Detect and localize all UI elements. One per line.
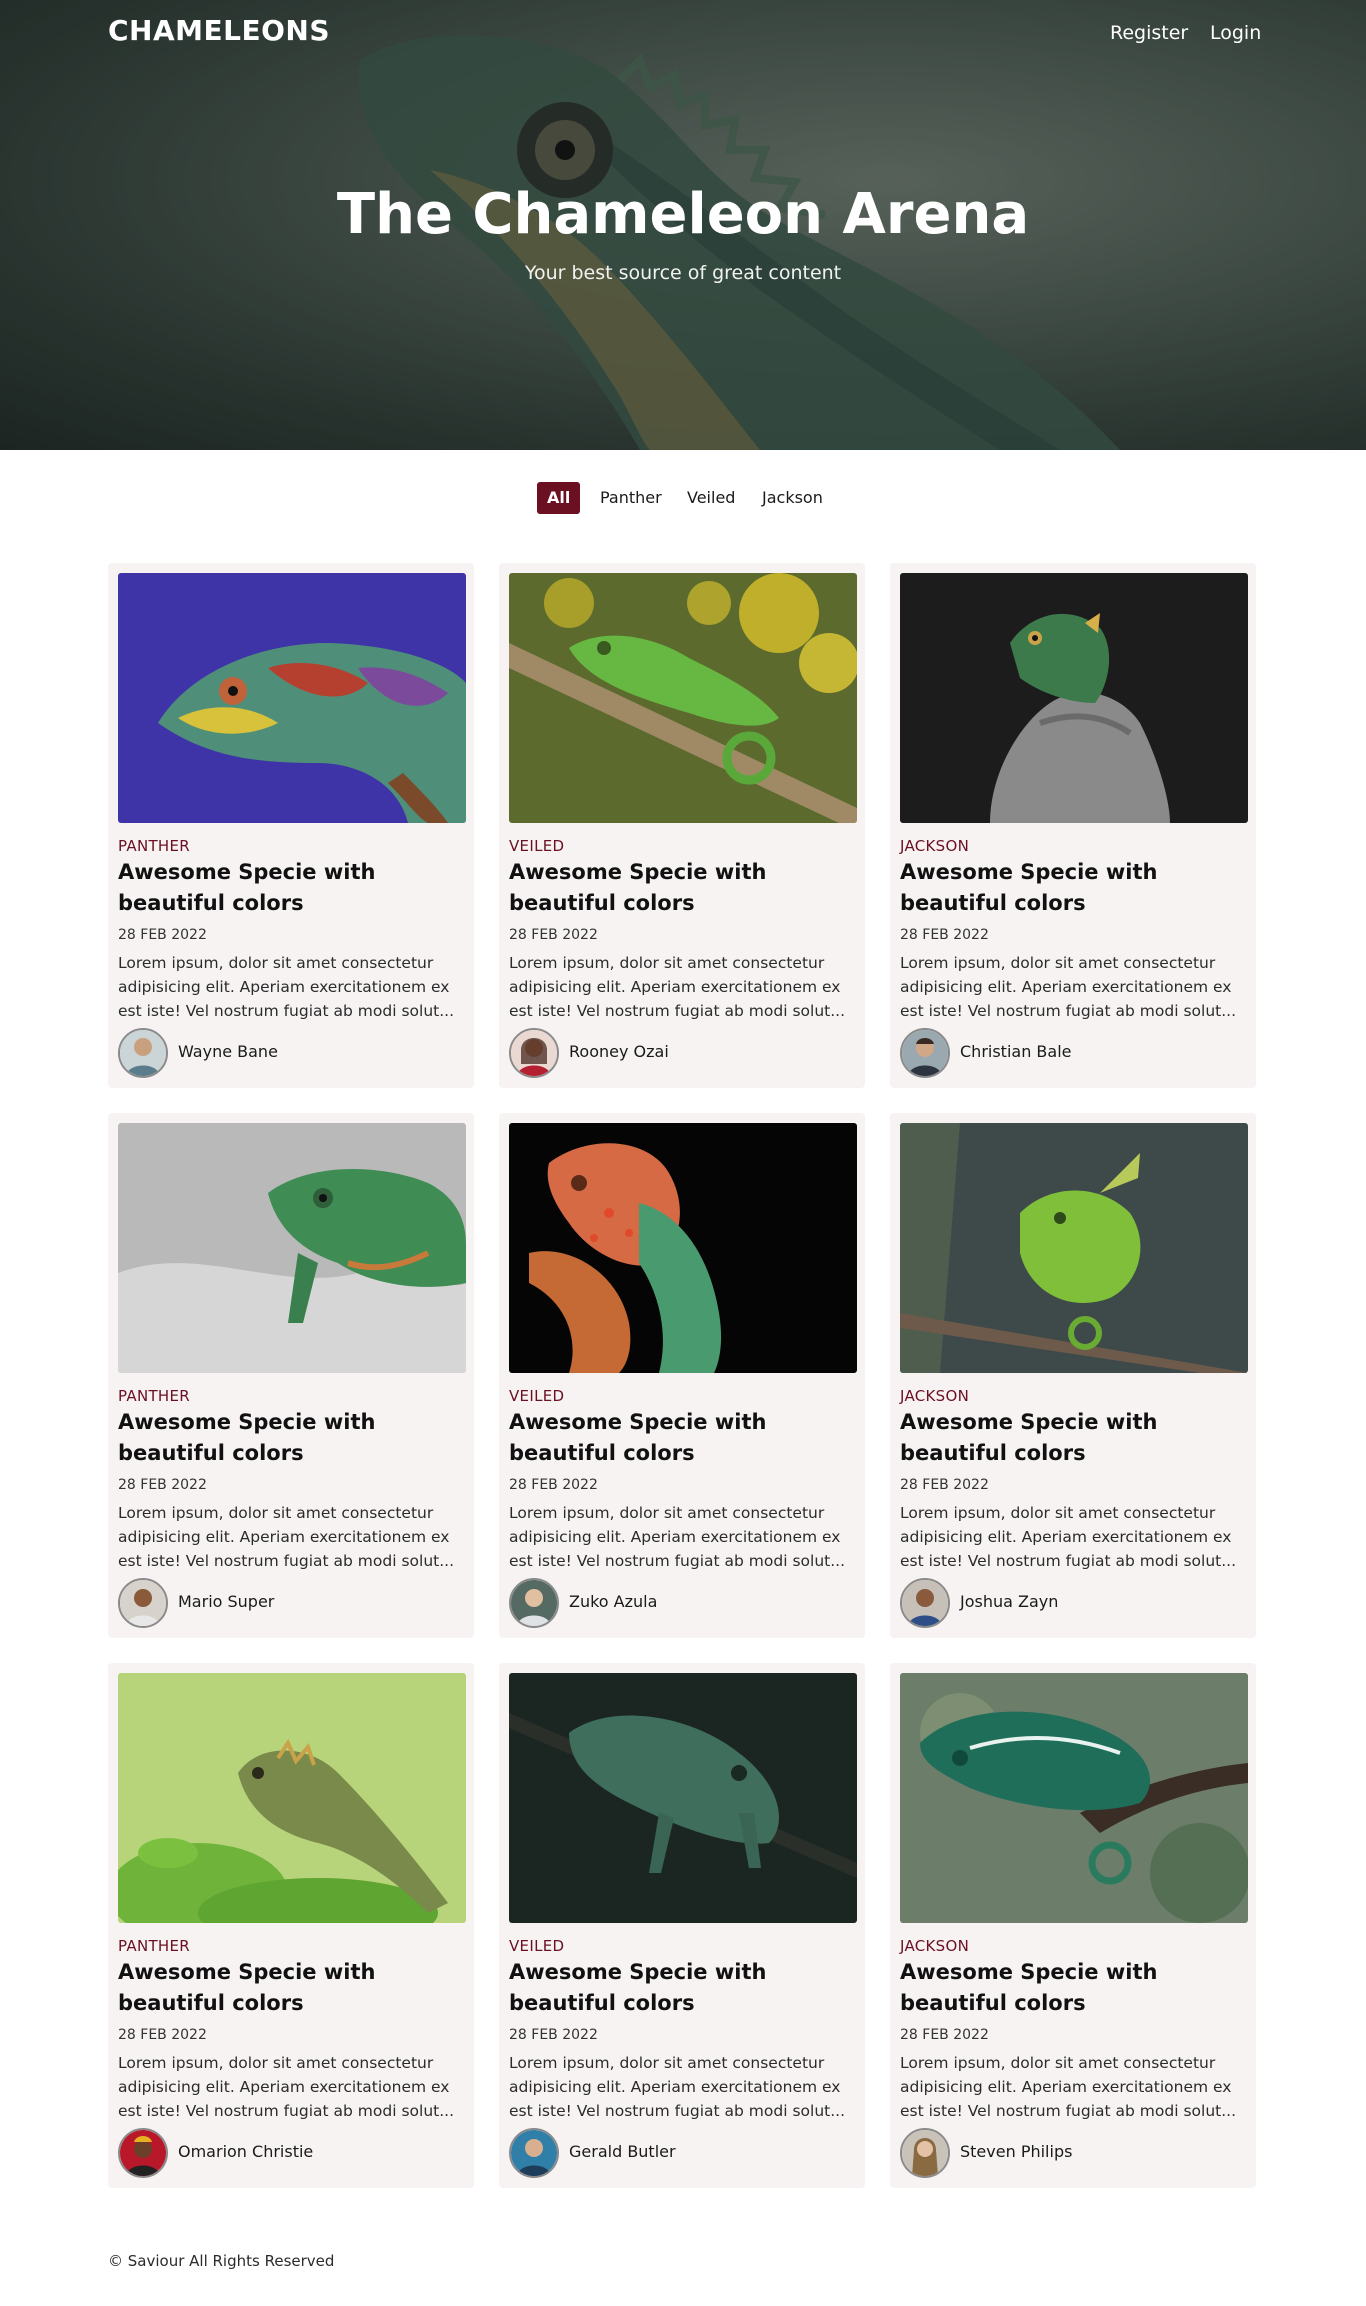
- author-name[interactable]: Omarion Christie: [178, 2142, 313, 2161]
- post-category[interactable]: VEILED: [509, 1937, 564, 1955]
- panther-chameleon-image: [118, 1123, 466, 1373]
- author-name[interactable]: Zuko Azula: [569, 1592, 657, 1611]
- post-card[interactable]: PANTHER Awesome Specie with beautiful co…: [108, 1113, 474, 1638]
- post-date: 28 FEB 2022: [509, 2027, 598, 2043]
- post-thumbnail[interactable]: [509, 1673, 857, 1923]
- post-card[interactable]: JACKSON Awesome Specie with beautiful co…: [890, 1113, 1256, 1638]
- post-category[interactable]: PANTHER: [118, 837, 190, 855]
- avatar: [509, 2128, 559, 2178]
- post-category[interactable]: JACKSON: [900, 1937, 969, 1955]
- veiled-chameleon-image: [509, 1673, 857, 1923]
- jackson-chameleon-image: [900, 1673, 1248, 1923]
- avatar: [900, 1028, 950, 1078]
- post-card[interactable]: VEILED Awesome Specie with beautiful col…: [499, 1663, 865, 2188]
- author-name[interactable]: Joshua Zayn: [960, 1592, 1058, 1611]
- post-title[interactable]: Awesome Specie with beautiful colors: [900, 1407, 1250, 1469]
- post-thumbnail[interactable]: [900, 1123, 1248, 1373]
- post-thumbnail[interactable]: [900, 1673, 1248, 1923]
- post-excerpt: Lorem ipsum, dolor sit amet consectetur …: [900, 2054, 1236, 2120]
- post-thumbnail[interactable]: [118, 573, 466, 823]
- veiled-chameleon-image: [509, 1123, 857, 1373]
- avatar: [900, 1578, 950, 1628]
- filter-jackson[interactable]: Jackson: [752, 482, 833, 514]
- post-date: 28 FEB 2022: [118, 2027, 207, 2043]
- post-card[interactable]: VEILED Awesome Specie with beautiful col…: [499, 563, 865, 1088]
- hero-banner: CHAMELEONS Register Login The Chameleon …: [0, 0, 1366, 450]
- post-card[interactable]: PANTHER Awesome Specie with beautiful co…: [108, 563, 474, 1088]
- brand-logo[interactable]: CHAMELEONS: [108, 14, 330, 47]
- author-name[interactable]: Mario Super: [178, 1592, 274, 1611]
- post-date: 28 FEB 2022: [118, 1477, 207, 1493]
- post-excerpt: Lorem ipsum, dolor sit amet consectetur …: [509, 2054, 845, 2120]
- login-link[interactable]: Login: [1210, 22, 1261, 44]
- post-excerpt: Lorem ipsum, dolor sit amet consectetur …: [118, 2054, 454, 2120]
- post-thumbnail[interactable]: [900, 573, 1248, 823]
- avatar: [900, 2128, 950, 2178]
- avatar: [509, 1028, 559, 1078]
- author-name[interactable]: Steven Philips: [960, 2142, 1072, 2161]
- panther-chameleon-image: [118, 1673, 466, 1923]
- post-date: 28 FEB 2022: [900, 2027, 989, 2043]
- post-thumbnail[interactable]: [509, 573, 857, 823]
- footer-copyright: © Saviour All Rights Reserved: [108, 2252, 335, 2270]
- avatar: [118, 1028, 168, 1078]
- post-date: 28 FEB 2022: [118, 927, 207, 943]
- post-category[interactable]: VEILED: [509, 837, 564, 855]
- author-name[interactable]: Wayne Bane: [178, 1042, 278, 1061]
- avatar: [118, 1578, 168, 1628]
- post-excerpt: Lorem ipsum, dolor sit amet consectetur …: [118, 1504, 454, 1570]
- post-title[interactable]: Awesome Specie with beautiful colors: [900, 857, 1250, 919]
- avatar: [509, 1578, 559, 1628]
- post-category[interactable]: VEILED: [509, 1387, 564, 1405]
- post-excerpt: Lorem ipsum, dolor sit amet consectetur …: [900, 1504, 1236, 1570]
- post-category[interactable]: JACKSON: [900, 837, 969, 855]
- post-title[interactable]: Awesome Specie with beautiful colors: [118, 857, 468, 919]
- filter-veiled[interactable]: Veiled: [677, 482, 745, 514]
- category-filter-bar: All Panther Veiled Jackson: [0, 482, 1366, 516]
- post-excerpt: Lorem ipsum, dolor sit amet consectetur …: [509, 954, 845, 1020]
- post-card[interactable]: JACKSON Awesome Specie with beautiful co…: [890, 563, 1256, 1088]
- filter-panther[interactable]: Panther: [590, 482, 672, 514]
- post-excerpt: Lorem ipsum, dolor sit amet consectetur …: [900, 954, 1236, 1020]
- post-title[interactable]: Awesome Specie with beautiful colors: [900, 1957, 1250, 2019]
- author-name[interactable]: Christian Bale: [960, 1042, 1072, 1061]
- author-name[interactable]: Gerald Butler: [569, 2142, 676, 2161]
- post-date: 28 FEB 2022: [900, 927, 989, 943]
- post-date: 28 FEB 2022: [509, 927, 598, 943]
- hero-subtitle: Your best source of great content: [524, 262, 842, 284]
- jackson-chameleon-image: [900, 573, 1248, 823]
- post-thumbnail[interactable]: [118, 1673, 466, 1923]
- post-title[interactable]: Awesome Specie with beautiful colors: [509, 1407, 859, 1469]
- post-title[interactable]: Awesome Specie with beautiful colors: [509, 857, 859, 919]
- avatar: [118, 2128, 168, 2178]
- post-title[interactable]: Awesome Specie with beautiful colors: [509, 1957, 859, 2019]
- filter-all[interactable]: All: [537, 482, 581, 514]
- post-date: 28 FEB 2022: [900, 1477, 989, 1493]
- veiled-chameleon-image: [509, 573, 857, 823]
- post-card[interactable]: VEILED Awesome Specie with beautiful col…: [499, 1113, 865, 1638]
- post-card[interactable]: PANTHER Awesome Specie with beautiful co…: [108, 1663, 474, 2188]
- post-category[interactable]: PANTHER: [118, 1937, 190, 1955]
- post-title[interactable]: Awesome Specie with beautiful colors: [118, 1957, 468, 2019]
- post-excerpt: Lorem ipsum, dolor sit amet consectetur …: [118, 954, 454, 1020]
- post-thumbnail[interactable]: [509, 1123, 857, 1373]
- top-navbar: CHAMELEONS Register Login: [0, 0, 1366, 66]
- post-excerpt: Lorem ipsum, dolor sit amet consectetur …: [509, 1504, 845, 1570]
- post-category[interactable]: PANTHER: [118, 1387, 190, 1405]
- post-title[interactable]: Awesome Specie with beautiful colors: [118, 1407, 468, 1469]
- author-name[interactable]: Rooney Ozai: [569, 1042, 669, 1061]
- hero-title: The Chameleon Arena: [336, 182, 1030, 247]
- jackson-chameleon-image: [900, 1123, 1248, 1373]
- post-category[interactable]: JACKSON: [900, 1387, 969, 1405]
- post-thumbnail[interactable]: [118, 1123, 466, 1373]
- register-link[interactable]: Register: [1110, 22, 1188, 44]
- post-date: 28 FEB 2022: [509, 1477, 598, 1493]
- panther-chameleon-image: [118, 573, 466, 823]
- post-card[interactable]: JACKSON Awesome Specie with beautiful co…: [890, 1663, 1256, 2188]
